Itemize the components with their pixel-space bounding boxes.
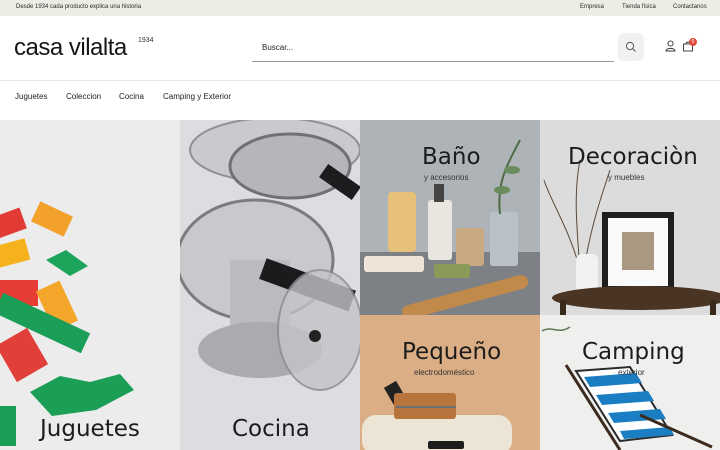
category-subtitle: electrodoméstico [414,368,475,377]
search-button[interactable] [618,33,644,61]
main-navigation: Juguetes Coleccion Cocina Camping y Exte… [0,80,720,120]
nav-item-cocina[interactable]: Cocina [119,92,144,101]
link-empresa[interactable]: Empresa [580,4,604,10]
brand-logo[interactable]: casa vilalta [14,34,127,62]
user-icon[interactable] [665,40,676,52]
category-subtitle: exterior [618,368,645,377]
category-title: Cocina [232,416,310,442]
top-announcement-bar: Desde 1934 cada producto explica una his… [0,0,720,16]
category-tile-camping[interactable]: Camping exterior [540,315,720,450]
cart-count-badge: 0 [689,38,697,46]
category-title: Pequeño [402,339,502,365]
site-header: casa vilalta 1934 0 [0,16,720,80]
brand-year: 1934 [138,37,154,44]
category-tile-pequeno[interactable]: Pequeño electrodoméstico [360,315,540,450]
cookware-image [180,120,360,450]
tagline: Desde 1934 cada producto explica una his… [16,4,142,10]
category-tile-juguetes[interactable]: Juguetes [0,120,180,450]
link-tienda-fisica[interactable]: Tienda física [622,4,656,10]
category-subtitle: y muebles [608,173,645,182]
category-tile-decoracion[interactable]: Decoraciòn y muebles [540,120,720,315]
link-contactanos[interactable]: Contactanos [673,4,707,10]
category-title: Juguetes [40,416,140,442]
search-input[interactable] [262,43,562,52]
category-tile-cocina[interactable]: Cocina [180,120,360,450]
category-subtitle: y accesorios [424,173,469,182]
category-title: Camping [582,339,685,365]
nav-item-camping-exterior[interactable]: Camping y Exterior [163,92,231,101]
category-title: Baño [422,144,481,170]
small-appliance-image [360,315,540,450]
category-tile-bano[interactable]: Baño y accesorios [360,120,540,315]
toy-blocks-image [0,120,180,450]
search-icon [625,41,636,52]
search-bar [252,34,614,62]
nav-item-coleccion[interactable]: Coleccion [66,92,101,101]
nav-item-juguetes[interactable]: Juguetes [15,92,47,101]
category-title: Decoraciòn [568,144,698,170]
camping-chair-image [540,315,720,450]
